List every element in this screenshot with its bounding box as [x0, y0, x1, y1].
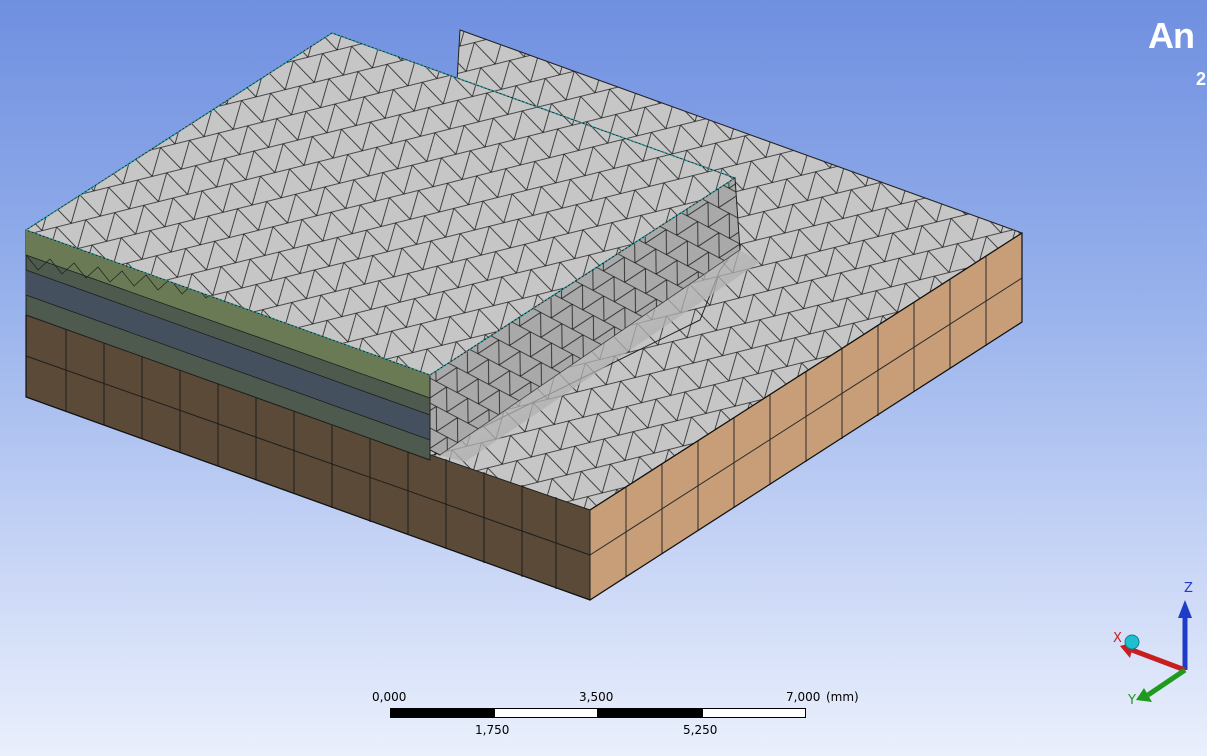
scale-segment-2 — [494, 708, 598, 718]
meshed-model[interactable] — [0, 0, 1207, 756]
triad-x-label: X — [1113, 631, 1122, 646]
scale-label-3500: 3,500 — [579, 690, 614, 704]
scale-label-7000: 7,000 — [786, 690, 821, 704]
triad-z-label: Z — [1184, 581, 1193, 596]
triad-y-label: Y — [1127, 693, 1136, 708]
graphics-viewport[interactable]: An 2 0,000 3,500 7,000 (mm) 1,750 5,250 … — [0, 0, 1207, 756]
scale-label-1750: 1,750 — [475, 723, 510, 737]
scale-segment-4 — [702, 708, 806, 718]
scale-bar: 0,000 3,500 7,000 (mm) 1,750 5,250 — [372, 686, 892, 746]
scale-label-0: 0,000 — [372, 690, 407, 704]
scale-unit: (mm) — [826, 690, 859, 704]
brand-logo: An — [1148, 15, 1195, 56]
coordinate-triad[interactable]: Z X Y — [1100, 570, 1207, 710]
scale-label-5250: 5,250 — [683, 723, 718, 737]
brand-version: 2 — [1196, 69, 1207, 89]
scale-segment-1 — [390, 708, 494, 718]
scale-segment-3 — [598, 708, 702, 718]
